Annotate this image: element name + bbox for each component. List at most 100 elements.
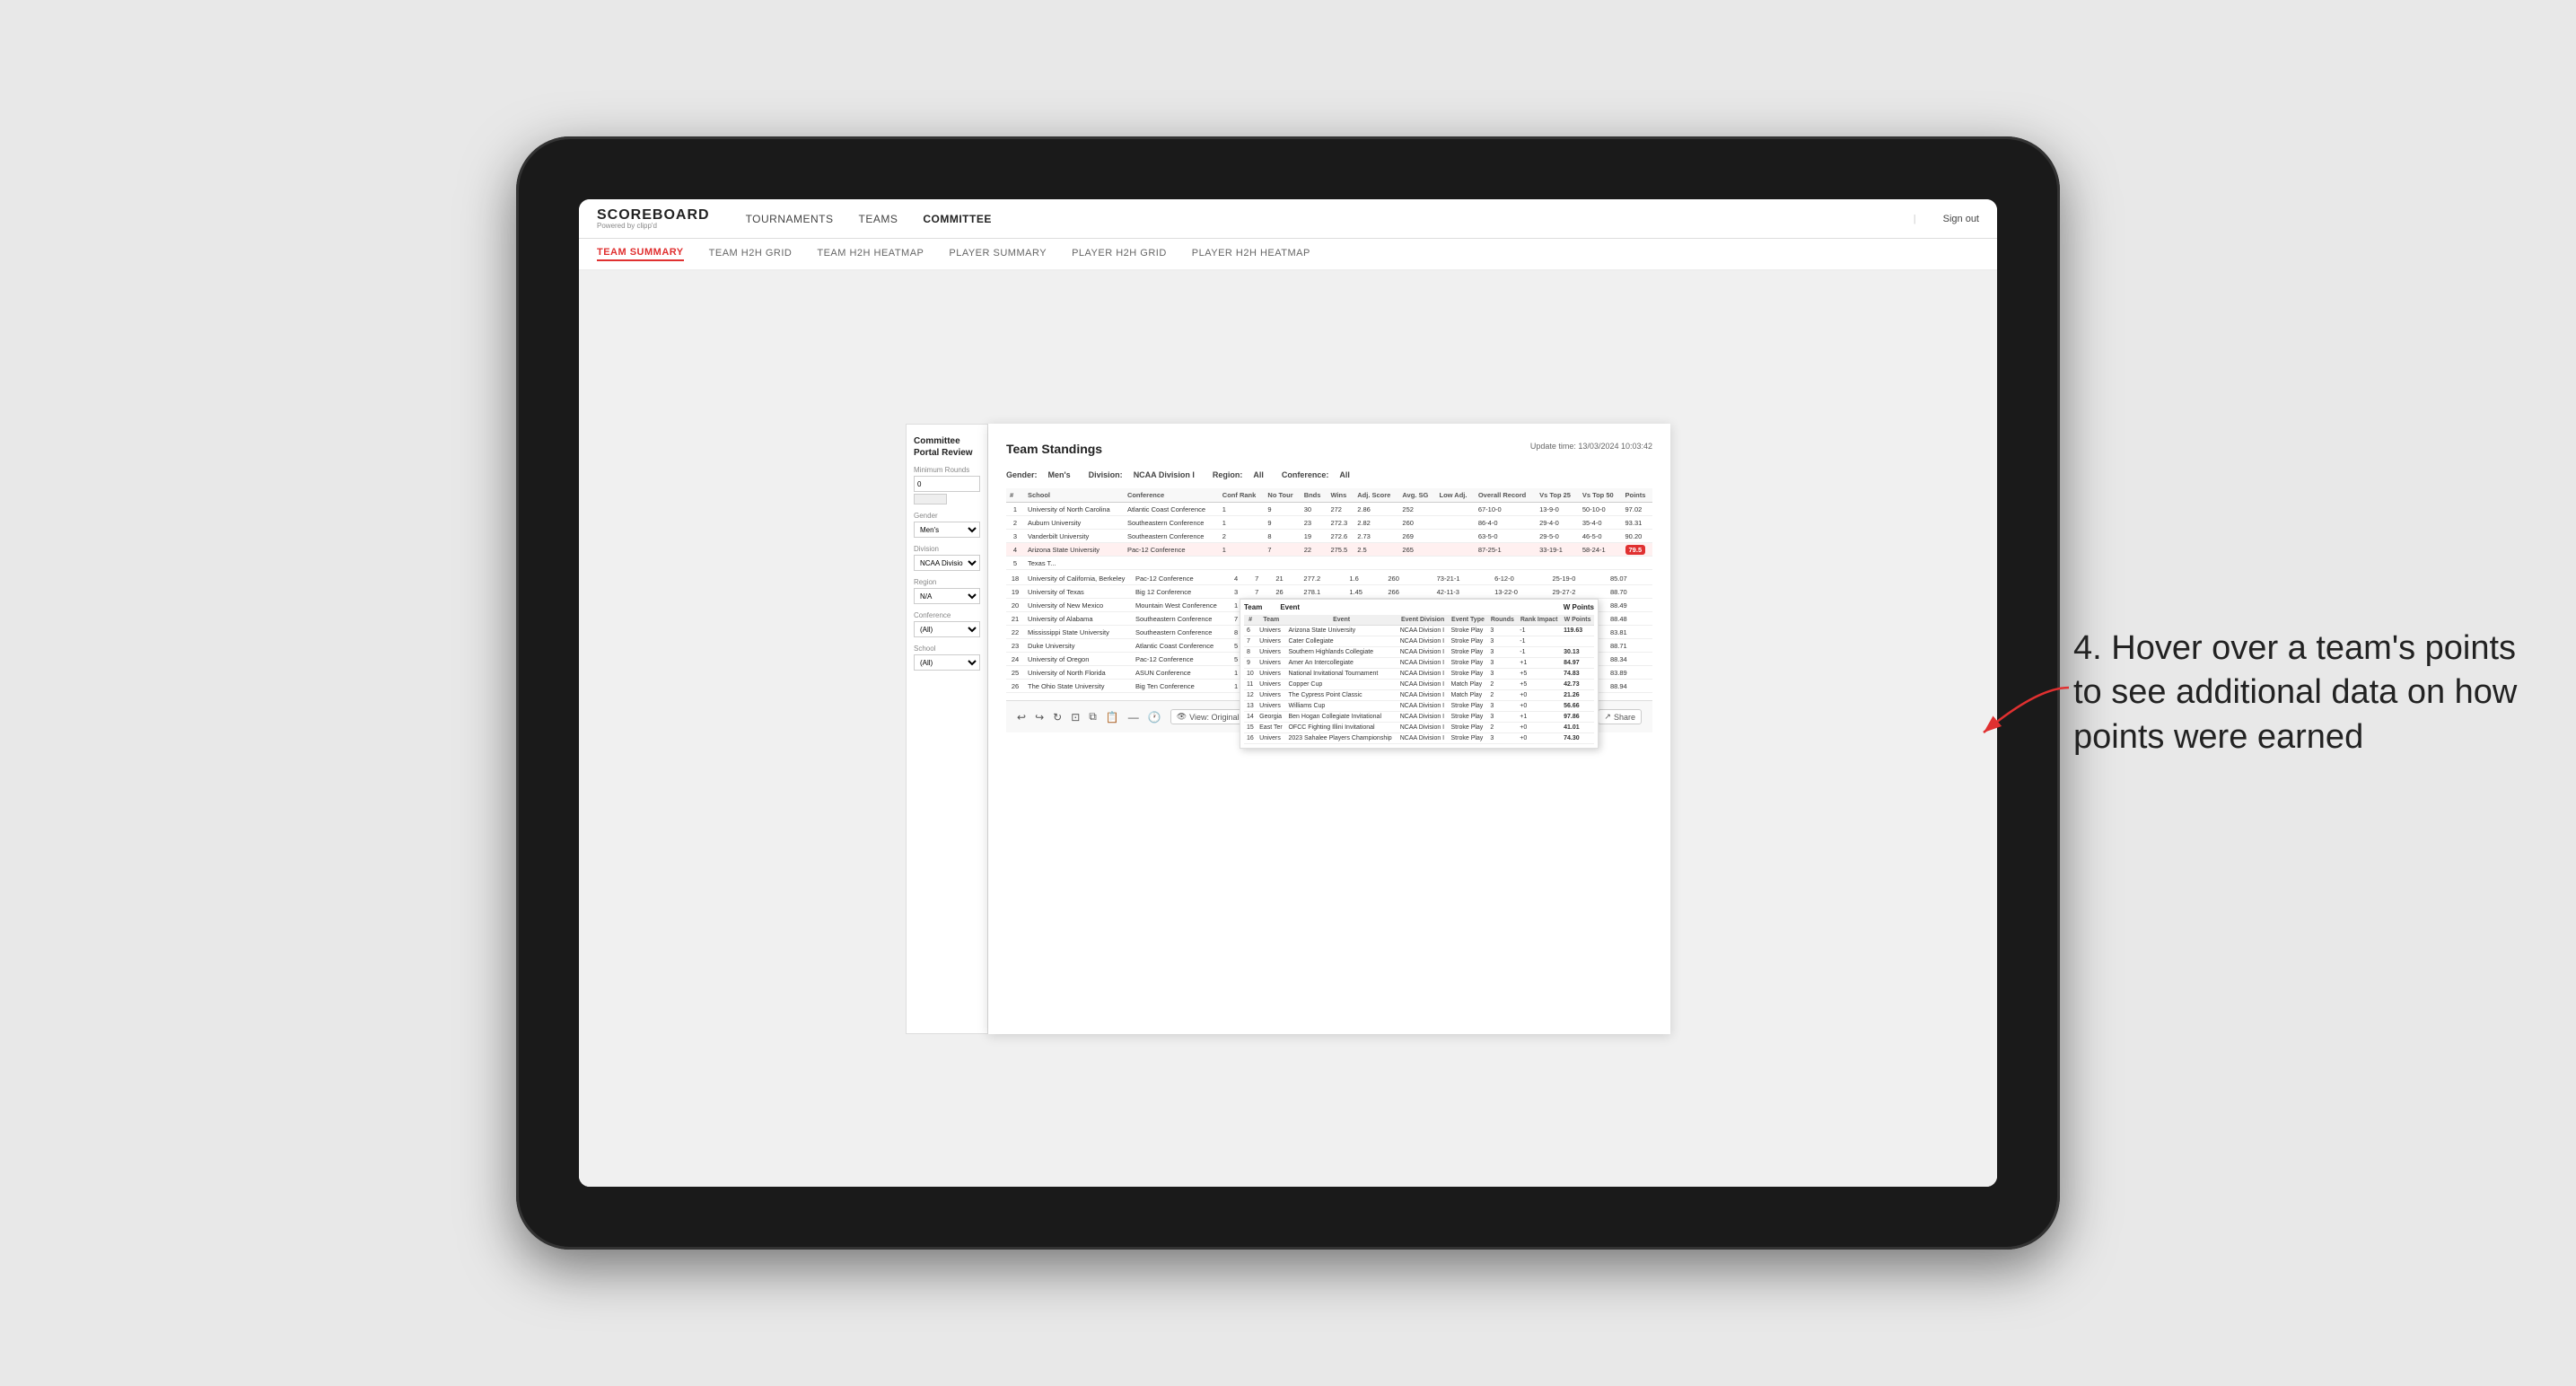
dash-icon[interactable]: — — [1128, 711, 1139, 724]
tooltip-popup: Team Event W Points # Team Event — [1240, 599, 1599, 749]
points-value: 88.34 — [1610, 655, 1627, 663]
main-content: CommitteePortal Review Minimum Rounds Ge… — [579, 271, 1997, 1187]
conf-filter-label: Conference: — [1282, 470, 1329, 479]
points-value: 97.02 — [1625, 505, 1643, 513]
gender-label: Gender — [914, 512, 980, 520]
points-value: 88.49 — [1610, 601, 1627, 610]
subnav-player-summary[interactable]: PLAYER SUMMARY — [949, 248, 1047, 260]
logo-area: SCOREBOARD Powered by clipp'd — [597, 208, 710, 230]
subnav-team-summary[interactable]: TEAM SUMMARY — [597, 247, 684, 261]
share-button[interactable]: ↗ Share — [1598, 709, 1642, 724]
table-row[interactable]: 18 University of California, Berkeley Pa… — [1006, 572, 1652, 585]
paste-icon[interactable]: 📋 — [1106, 711, 1119, 724]
tooltip-row: 9 Univers Amer An Intercollegiate NCAA D… — [1244, 658, 1594, 669]
tooltip-header: Team Event W Points — [1244, 603, 1594, 611]
points-value: 88.94 — [1610, 682, 1627, 690]
report-area: CommitteePortal Review Minimum Rounds Ge… — [579, 271, 1997, 1187]
gender-filter-val: Men's — [1048, 470, 1071, 479]
conference-label: Conference — [914, 611, 980, 619]
clock-icon[interactable]: 🕐 — [1148, 711, 1161, 724]
tooltip-row: 6 Univers Arizona State University NCAA … — [1244, 626, 1594, 636]
tablet-device: SCOREBOARD Powered by clipp'd TOURNAMENT… — [516, 136, 2060, 1250]
undo-icon[interactable]: ↩ — [1017, 711, 1026, 724]
gender-select[interactable]: Men's Women's — [914, 522, 980, 538]
table-row[interactable]: 1 University of North Carolina Atlantic … — [1006, 503, 1652, 516]
col-avg-sg: Avg. SG — [1398, 488, 1435, 503]
panel-title: CommitteePortal Review — [914, 435, 980, 459]
tt-col-event: Event — [1285, 615, 1397, 626]
min-rounds-input[interactable] — [914, 476, 980, 492]
share-label: Share — [1614, 713, 1635, 722]
table-row[interactable]: 5 Texas T... — [1006, 557, 1652, 570]
region-label: Region — [914, 578, 980, 586]
division-label: Division — [914, 545, 980, 553]
tt-col-w-points: W Points — [1561, 615, 1594, 626]
points-value: 83.89 — [1610, 669, 1627, 677]
view-original-button[interactable]: 👁 View: Original — [1170, 709, 1246, 724]
tooltip-row: 16 Univers 2023 Sahalee Players Champion… — [1244, 733, 1594, 744]
report-page: Team Standings Update time: 13/03/2024 1… — [988, 424, 1670, 1034]
min-rounds-slider[interactable] — [914, 494, 947, 504]
col-no-tour: No Tour — [1264, 488, 1300, 503]
nav-bar: SCOREBOARD Powered by clipp'd TOURNAMENT… — [579, 199, 1997, 239]
col-points: Points — [1622, 488, 1652, 503]
tooltip-row: 13 Univers Williams Cup NCAA Division I … — [1244, 701, 1594, 712]
view-icon: 👁 — [1177, 712, 1187, 722]
col-bnds: Bnds — [1301, 488, 1327, 503]
nav-teams[interactable]: TEAMS — [859, 213, 898, 225]
region-filter-val: All — [1253, 470, 1264, 479]
update-time-area: Update time: 13/03/2024 10:03:42 — [1530, 442, 1652, 451]
share-icon: ↗ — [1604, 712, 1611, 722]
tooltip-row: 12 Univers The Cypress Point Classic NCA… — [1244, 690, 1594, 701]
nav-committee[interactable]: COMMITTEE — [923, 213, 992, 225]
col-school: School — [1024, 488, 1124, 503]
tooltip-row: 10 Univers National Invitational Tournam… — [1244, 669, 1594, 680]
division-filter-val: NCAA Division I — [1134, 470, 1195, 479]
update-label: Update time: — [1530, 442, 1576, 451]
school-label: School — [914, 645, 980, 653]
subnav-team-h2h-grid[interactable]: TEAM H2H GRID — [709, 248, 793, 260]
tt-col-team: Team — [1257, 615, 1285, 626]
redo-icon[interactable]: ↪ — [1035, 711, 1044, 724]
table-row[interactable]: 2 Auburn University Southeastern Confere… — [1006, 516, 1652, 530]
col-rank: # — [1006, 488, 1024, 503]
tooltip-row: 7 Univers Cater Collegiate NCAA Division… — [1244, 636, 1594, 647]
tt-col-type: Event Type — [1449, 615, 1488, 626]
table-row[interactable]: 3 Vanderbilt University Southeastern Con… — [1006, 530, 1652, 543]
copy-icon[interactable]: ⧉ — [1089, 710, 1097, 724]
tooltip-table: # Team Event Event Division Event Type R… — [1244, 615, 1594, 744]
col-conference: Conference — [1124, 488, 1219, 503]
tt-col-rounds: Rounds — [1487, 615, 1517, 626]
gender-filter-label: Gender: — [1006, 470, 1038, 479]
points-value: 79.5 — [1625, 545, 1646, 555]
division-select[interactable]: NCAA Division I — [914, 555, 980, 571]
section-title: Team Standings — [1006, 442, 1102, 456]
col-vs50: Vs Top 50 — [1579, 488, 1622, 503]
refresh-icon[interactable]: ↻ — [1053, 711, 1062, 724]
points-value: 83.81 — [1610, 628, 1627, 636]
nav-tournaments[interactable]: TOURNAMENTS — [746, 213, 834, 225]
tooltip-event-col: Event — [1280, 603, 1300, 611]
col-adj-score: Adj. Score — [1354, 488, 1398, 503]
fit-icon[interactable]: ⊡ — [1071, 711, 1080, 724]
subnav-team-h2h-heatmap[interactable]: TEAM H2H HEATMAP — [817, 248, 924, 260]
sign-out-button[interactable]: Sign out — [1943, 214, 1979, 224]
conference-select[interactable]: (All) — [914, 621, 980, 637]
filter-row: Gender: Men's Division: NCAA Division I … — [1006, 470, 1652, 479]
tooltip-row: 14 Georgia Ben Hogan Collegiate Invitati… — [1244, 712, 1594, 723]
subnav-player-h2h-heatmap[interactable]: PLAYER H2H HEATMAP — [1192, 248, 1310, 260]
nav-divider: | — [1914, 214, 1916, 224]
table-row[interactable]: 4 Arizona State University Pac-12 Confer… — [1006, 543, 1652, 557]
school-select[interactable]: (All) — [914, 654, 980, 671]
col-overall: Overall Record — [1475, 488, 1536, 503]
filter-panel: CommitteePortal Review Minimum Rounds Ge… — [906, 424, 988, 1034]
region-select[interactable]: N/A — [914, 588, 980, 604]
tablet-screen: SCOREBOARD Powered by clipp'd TOURNAMENT… — [579, 199, 1997, 1187]
tooltip-row: 8 Univers Southern Highlands Collegiate … — [1244, 647, 1594, 658]
sub-nav: TEAM SUMMARY TEAM H2H GRID TEAM H2H HEAT… — [579, 239, 1997, 271]
logo-text: SCOREBOARD — [597, 208, 710, 223]
conf-filter-val: All — [1339, 470, 1350, 479]
col-vs25: Vs Top 25 — [1536, 488, 1579, 503]
subnav-player-h2h-grid[interactable]: PLAYER H2H GRID — [1072, 248, 1167, 260]
table-row[interactable]: 19 University of Texas Big 12 Conference… — [1006, 585, 1652, 599]
